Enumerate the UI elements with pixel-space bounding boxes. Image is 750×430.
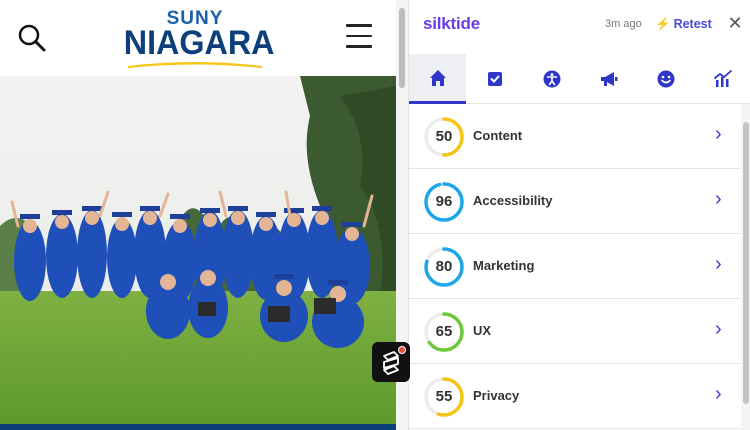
chevron-right-icon: › — [715, 383, 722, 405]
score-row-privacy[interactable]: 55 Privacy › — [409, 364, 741, 429]
category-tabs — [409, 54, 750, 104]
tab-marketing[interactable] — [580, 54, 637, 104]
notification-dot — [398, 346, 406, 354]
menu-line — [346, 45, 372, 48]
accessibility-icon — [543, 70, 560, 88]
silktide-launcher-button[interactable] — [372, 342, 410, 382]
panel-scrollbar-thumb[interactable] — [743, 122, 749, 404]
score-label: UX — [473, 323, 492, 338]
search-button[interactable] — [16, 22, 48, 54]
tab-analytics[interactable] — [694, 54, 750, 104]
panel-scrollbar[interactable] — [741, 104, 750, 430]
hamburger-menu-button[interactable] — [344, 24, 374, 50]
website-viewport: SUNY NIAGARA — [0, 0, 396, 430]
bar-chart-icon — [713, 70, 732, 87]
silktide-brand: silktide — [423, 14, 480, 33]
retest-button[interactable]: ⚡ Retest — [655, 17, 712, 32]
retest-label: Retest — [673, 17, 712, 31]
hamburger-menu-icon — [346, 24, 372, 27]
tab-content[interactable] — [466, 54, 523, 104]
logo-swoosh — [128, 62, 262, 68]
chevron-right-icon: › — [715, 253, 722, 275]
score-row-marketing[interactable]: 80 Marketing › — [409, 234, 741, 299]
silktide-panel: silktide 3m ago ⚡ Retest ✕ 50 Content › 96 Ac… — [408, 0, 750, 430]
chevron-right-icon: › — [715, 123, 722, 145]
score-value: 55 — [435, 388, 453, 405]
tab-ux[interactable] — [637, 54, 694, 104]
logo-niagara-text: NIAGARA — [123, 24, 275, 62]
score-label: Accessibility — [473, 193, 553, 208]
smiley-icon — [657, 70, 674, 88]
site-header: SUNY NIAGARA — [0, 0, 396, 76]
score-row-ux[interactable]: 65 UX › — [409, 299, 741, 364]
tab-home[interactable] — [409, 54, 466, 104]
site-footer-strip — [0, 424, 396, 430]
lightning-icon: ⚡ — [655, 17, 671, 31]
score-row-accessibility[interactable]: 96 Accessibility › — [409, 169, 741, 234]
score-value: 50 — [435, 128, 453, 145]
megaphone-icon — [600, 72, 617, 86]
close-panel-button[interactable]: ✕ — [726, 14, 744, 32]
home-icon — [429, 69, 446, 86]
score-value: 80 — [435, 258, 453, 275]
score-row-content[interactable]: 50 Content › — [409, 104, 741, 169]
suny-niagara-logo[interactable]: SUNY NIAGARA — [120, 8, 275, 70]
tab-accessibility[interactable] — [523, 54, 580, 104]
score-value: 65 — [435, 323, 453, 340]
score-label: Privacy — [473, 388, 520, 403]
hero-graduation-photo — [0, 76, 396, 424]
chevron-right-icon: › — [715, 318, 722, 340]
last-updated: 3m ago — [605, 18, 642, 30]
menu-line — [346, 34, 372, 37]
score-label: Content — [473, 128, 523, 143]
panel-header: silktide 3m ago ⚡ Retest ✕ — [409, 0, 750, 50]
page-scrollbar-thumb[interactable] — [399, 8, 405, 88]
score-value: 96 — [435, 193, 453, 210]
score-list: 50 Content › 96 Accessibility › 80 Marketing › 65… — [409, 104, 741, 430]
close-icon: ✕ — [727, 13, 743, 33]
checkbox-icon — [487, 72, 502, 86]
search-icon — [18, 24, 46, 52]
chevron-right-icon: › — [715, 188, 722, 210]
score-label: Marketing — [473, 258, 535, 273]
